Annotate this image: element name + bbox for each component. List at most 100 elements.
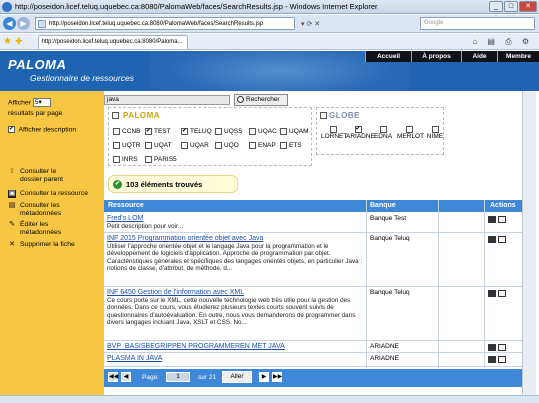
paloma-option-uqar[interactable]: UQAR <box>181 142 209 149</box>
checkbox[interactable] <box>431 126 439 133</box>
checkbox[interactable] <box>113 142 120 149</box>
next-page-icon[interactable]: ▶ <box>259 372 269 382</box>
resource-title-link[interactable]: PLASMA IN JAVA <box>107 355 162 362</box>
view-resource-icon[interactable] <box>488 356 496 363</box>
checkbox[interactable] <box>145 128 152 135</box>
checkbox[interactable] <box>145 156 152 163</box>
nav-accueil[interactable]: Accueil <box>365 51 411 62</box>
web-search-input[interactable]: Google <box>420 17 535 30</box>
first-page-icon[interactable]: ◀◀ <box>108 372 118 382</box>
paloma-option-uqat[interactable]: UQAT <box>145 142 172 149</box>
view-resource-icon[interactable] <box>488 236 496 243</box>
last-page-icon[interactable]: ▶▶ <box>272 372 282 382</box>
metadata-icon[interactable] <box>498 356 506 363</box>
window-titlebar: http://poseidon.licef.teluq.uquebec.ca:8… <box>0 0 539 14</box>
checkbox[interactable] <box>113 156 120 163</box>
metadata-icon[interactable] <box>498 344 506 351</box>
paloma-option-uqtr[interactable]: UQTR <box>113 142 140 149</box>
checkbox[interactable] <box>113 128 120 135</box>
show-description-checkbox[interactable] <box>8 126 15 133</box>
view-resource-icon[interactable] <box>488 216 496 223</box>
back-icon[interactable]: ◀ <box>3 17 16 30</box>
minimize-icon[interactable]: _ <box>489 1 503 12</box>
prev-page-icon[interactable]: ◀ <box>121 372 131 382</box>
globe-option-edna[interactable]: EDNA <box>371 126 395 140</box>
paloma-option-test[interactable]: TEST <box>145 128 171 135</box>
checkbox[interactable] <box>215 128 222 135</box>
view-resource-icon[interactable] <box>488 344 496 351</box>
checkbox[interactable] <box>249 142 256 149</box>
paloma-option-uqam[interactable]: UQAM <box>280 128 309 135</box>
checkbox[interactable] <box>280 128 287 135</box>
address-input[interactable]: http://poseidon.licef.teluq.uquebec.ca:8… <box>35 17 295 30</box>
page-input[interactable]: 1 <box>166 372 190 382</box>
row-actions <box>488 356 506 363</box>
globe-option-lornet[interactable]: LORNET <box>321 126 347 140</box>
resource-description: Petit description pour voir... <box>107 223 183 230</box>
globe-option-ariadne[interactable]: ARIADNE <box>346 126 375 140</box>
action-view-metadata[interactable]: ▤ Consulter les métadonnées <box>8 202 80 217</box>
resource-title-link[interactable]: BVP_BASISBEGRIPPEN PROGRAMMEREN MET JAVA <box>107 343 285 350</box>
paloma-option-ccnb[interactable]: CCNB <box>113 128 140 135</box>
checkbox[interactable] <box>405 126 413 133</box>
ie-logo-icon <box>2 1 12 12</box>
sidebar: Afficher 5▾ résultats par page Afficher … <box>0 91 104 401</box>
refresh-stop-icon[interactable]: ▾ ⟳ ✕ <box>301 20 320 28</box>
window-title: http://poseidon.licef.teluq.uquebec.ca:8… <box>15 2 378 11</box>
nav-aide[interactable]: Aide <box>461 51 497 62</box>
forward-icon[interactable]: ▶ <box>17 17 30 30</box>
row-actions <box>488 290 506 297</box>
metadata-icon[interactable] <box>498 216 506 223</box>
paloma-option-enap[interactable]: ENAP <box>249 142 276 149</box>
search-icon <box>237 96 244 103</box>
favorites-star-icon[interactable]: ★ <box>3 36 12 47</box>
paloma-option-uqac[interactable]: UQAC <box>249 128 277 135</box>
action-view-resource[interactable]: ▣ Consulter la ressource <box>8 190 88 198</box>
search-button[interactable]: Rechercher <box>234 94 288 106</box>
globe-select-all-checkbox[interactable] <box>320 112 327 119</box>
metadata-icon[interactable] <box>498 290 506 297</box>
checkbox[interactable] <box>280 142 287 149</box>
results-per-page-select[interactable]: 5▾ <box>32 98 51 107</box>
nav-apropos[interactable]: À propos <box>411 51 461 62</box>
col-resource: Ressource <box>108 202 144 209</box>
resource-title-link[interactable]: Fred's LOM <box>107 215 143 222</box>
checkbox[interactable] <box>181 142 188 149</box>
paloma-option-paris5[interactable]: PARIS5 <box>145 156 177 163</box>
maximize-icon[interactable]: □ <box>504 1 518 12</box>
globe-option-nime[interactable]: NIME <box>423 126 447 140</box>
col-actions: Actions <box>490 202 516 209</box>
checkbox[interactable] <box>215 142 222 149</box>
paloma-option-teluq[interactable]: TELUQ <box>181 128 212 135</box>
checkbox[interactable] <box>379 126 387 133</box>
metadata-icon[interactable] <box>498 236 506 243</box>
checkbox[interactable] <box>329 126 337 133</box>
go-button[interactable]: Aller <box>222 371 252 383</box>
action-edit-metadata[interactable]: ✎ Éditer les métadonnées <box>8 221 80 236</box>
action-delete-record[interactable]: ✕ Supprimer la fiche <box>8 241 75 249</box>
close-icon[interactable]: ✕ <box>519 1 537 12</box>
page-scrollbar[interactable] <box>522 91 536 401</box>
add-favorites-icon[interactable]: ✚ <box>15 36 23 47</box>
browser-tab[interactable]: http://poseidon.licef.teluq.uquebec.ca:8… <box>37 34 188 49</box>
checkbox[interactable] <box>145 142 152 149</box>
checkbox[interactable] <box>249 128 256 135</box>
paloma-select-all-checkbox[interactable] <box>112 112 119 119</box>
search-input[interactable]: java <box>104 95 230 105</box>
resource-bank: Banque Teluq <box>370 235 410 242</box>
paloma-option-inrs[interactable]: INRS <box>113 156 138 163</box>
paloma-option-uqo[interactable]: UQO <box>215 142 239 149</box>
resource-title-link[interactable]: INF 6450 Gestion de l'information avec X… <box>107 289 244 296</box>
page-label: Page: <box>142 374 159 381</box>
checkbox[interactable] <box>354 126 362 133</box>
nav-membre[interactable]: Membre <box>497 51 539 62</box>
checkbox[interactable] <box>181 128 188 135</box>
table-row: INF 6450 Gestion de l'information avec X… <box>104 287 522 341</box>
globe-option-merlot[interactable]: MERLOT <box>397 126 424 140</box>
view-resource-icon[interactable] <box>488 290 496 297</box>
paloma-option-ets[interactable]: ETS <box>280 142 302 149</box>
paloma-option-uqss[interactable]: UQSS <box>215 128 242 135</box>
resource-title-link[interactable]: INF 2015 Programmation orientée objet av… <box>107 235 263 242</box>
toolbar-icons[interactable]: ⌂ ▤ ⎙ ⚙ <box>472 37 533 47</box>
action-parent-folder[interactable]: ⇧ Consulter le dossier parent <box>8 168 78 183</box>
